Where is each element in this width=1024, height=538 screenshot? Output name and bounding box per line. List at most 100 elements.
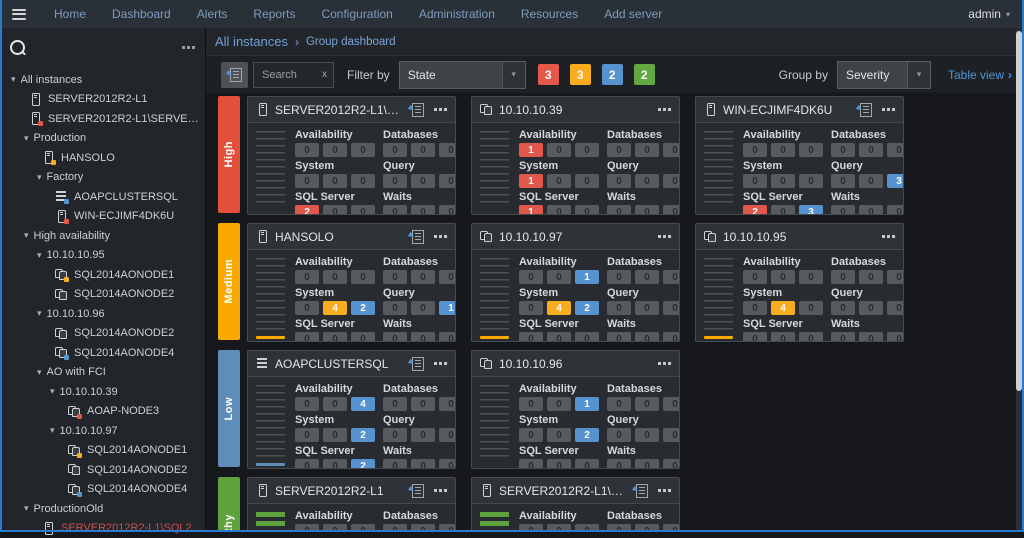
metric-label: SQL Server — [743, 191, 825, 203]
tree-item-ao-with-fci[interactable]: ▾AO with FCI — [0, 363, 205, 383]
tree-item-productionold[interactable]: ▾ProductionOld — [0, 499, 205, 519]
chevron-down-icon[interactable]: ▾ — [37, 172, 42, 183]
tree-item-sql2014aonode2[interactable]: SQL2014AONODE2 — [0, 324, 205, 344]
chevron-down-icon[interactable]: ▾ — [37, 308, 42, 319]
card-more-icon[interactable] — [658, 235, 661, 238]
tree-item-sql2014aonode2[interactable]: SQL2014AONODE2 — [0, 460, 205, 480]
tree-item-10-10-10-39[interactable]: ▾10.10.10.39 — [0, 382, 205, 402]
tree-item-aoap-node3[interactable]: AOAP-NODE3 — [0, 402, 205, 422]
chevron-down-icon[interactable]: ▾ — [50, 425, 55, 436]
search-clear-icon[interactable]: x — [322, 69, 327, 80]
tree-item-production[interactable]: ▾Production — [0, 129, 205, 149]
instance-card-server2012r2-l1-server20[interactable]: SERVER2012R2-L1\SERVER20...►Availability… — [247, 96, 456, 215]
card-more-icon[interactable] — [658, 362, 661, 365]
instance-card-hansolo[interactable]: HANSOLO►Availability000Databases000Syste… — [247, 223, 456, 342]
tree-item-sql2014aonode1[interactable]: SQL2014AONODE1 — [0, 265, 205, 285]
filter-state-select[interactable]: State ▾ — [399, 61, 526, 89]
breadcrumb-root-link[interactable]: All instances — [215, 34, 288, 49]
instance-card-server2012r2-l1-sql2016[interactable]: SERVER2012R2-L1\SQL2016►Availability000D… — [471, 477, 680, 532]
chevron-down-icon[interactable]: ▾ — [24, 503, 29, 514]
tree-item-10-10-10-95[interactable]: ▾10.10.10.95 — [0, 246, 205, 266]
instance-card-10-10-10-97[interactable]: 10.10.10.97Availability001Databases000Sy… — [471, 223, 680, 342]
instance-card-win-ecjimf4dk6u[interactable]: WIN-ECJIMF4DK6U►Availability000Databases… — [695, 96, 904, 215]
instance-card-aoapclustersql[interactable]: AOAPCLUSTERSQL►Availability004Databases0… — [247, 350, 456, 469]
chevron-down-icon[interactable]: ▾ — [24, 133, 29, 144]
card-more-icon[interactable] — [434, 235, 437, 238]
tree-item-win-ecjimf4dk6u[interactable]: WIN-ECJIMF4DK6U — [0, 207, 205, 227]
metric-count-box: 0 — [351, 524, 375, 532]
instance-card-10-10-10-95[interactable]: 10.10.10.95Availability000Databases000Sy… — [695, 223, 904, 342]
card-header: 10.10.10.97 — [472, 224, 679, 250]
server-rack-graphic — [704, 258, 733, 342]
group-by-select[interactable]: Severity ▾ — [837, 61, 931, 89]
nav-item-dashboard[interactable]: Dashboard — [99, 0, 184, 28]
card-more-icon[interactable] — [434, 489, 437, 492]
tree-item-sql2014aonode2[interactable]: SQL2014AONODE2 — [0, 285, 205, 305]
open-dashboard-icon[interactable]: ► — [409, 357, 424, 370]
card-body: Availability004Databases000System002Quer… — [248, 377, 455, 469]
filter-by-label: Filter by — [347, 68, 390, 82]
menu-hamburger-icon[interactable] — [12, 9, 26, 20]
state-count-badge-3[interactable]: 2 — [634, 64, 655, 85]
tree-item-hansolo[interactable]: HANSOLO — [0, 148, 205, 168]
chevron-down-icon[interactable]: ▾ — [50, 386, 55, 397]
nav-item-resources[interactable]: Resources — [508, 0, 591, 28]
metric-count-boxes: 000 — [607, 143, 680, 157]
chevron-down-icon[interactable]: ▾ — [11, 74, 16, 85]
chevron-down-icon[interactable]: ▾ — [24, 230, 29, 241]
card-more-icon[interactable] — [882, 108, 885, 111]
metric-databases: Databases000 — [831, 256, 904, 284]
expand-dashboard-button[interactable]: ► — [221, 62, 248, 88]
nav-item-configuration[interactable]: Configuration — [308, 0, 405, 28]
tree-item-sql2014aonode1[interactable]: SQL2014AONODE1 — [0, 441, 205, 461]
sidebar-more-icon[interactable] — [182, 46, 185, 49]
metric-count-box: 0 — [439, 397, 456, 411]
open-dashboard-icon[interactable]: ► — [409, 103, 424, 116]
tree-item-label: SERVER2012R2-L1\SQL2016 — [61, 522, 205, 534]
instance-card-10-10-10-96[interactable]: 10.10.10.96Availability001Databases000Sy… — [471, 350, 680, 469]
card-more-icon[interactable] — [658, 108, 661, 111]
metric-waits: Waits000 — [383, 318, 456, 342]
tree-item-10-10-10-96[interactable]: ▾10.10.10.96 — [0, 304, 205, 324]
scrollbar-thumb[interactable] — [1016, 31, 1022, 391]
chevron-down-icon[interactable]: ▾ — [37, 367, 42, 378]
tree-item-10-10-10-97[interactable]: ▾10.10.10.97 — [0, 421, 205, 441]
state-count-badge-2[interactable]: 2 — [602, 64, 623, 85]
metric-count-box: 0 — [547, 143, 571, 157]
tree-item-high-availability[interactable]: ▾High availability — [0, 226, 205, 246]
tree-item-server2012r2-l1-server2012r2[interactable]: SERVER2012R2-L1\SERVER2012R2 — [0, 109, 205, 129]
open-dashboard-icon[interactable]: ► — [857, 103, 872, 116]
state-count-badge-0[interactable]: 3 — [538, 64, 559, 85]
card-more-icon[interactable] — [434, 362, 437, 365]
nav-item-alerts[interactable]: Alerts — [184, 0, 241, 28]
tree-item-server2012r2-l1[interactable]: SERVER2012R2-L1 — [0, 90, 205, 110]
tree-item-aoapclustersql[interactable]: AOAPCLUSTERSQL — [0, 187, 205, 207]
tree-item-server2012r2-l1-sql2016[interactable]: SERVER2012R2-L1\SQL2016 — [0, 519, 205, 538]
open-dashboard-icon[interactable]: ► — [633, 484, 648, 497]
nav-item-administration[interactable]: Administration — [406, 0, 508, 28]
card-more-icon[interactable] — [434, 108, 437, 111]
nav-item-add-server[interactable]: Add server — [591, 0, 675, 28]
nav-item-home[interactable]: Home — [41, 0, 99, 28]
tree-item-all-instances[interactable]: ▾All instances — [0, 70, 205, 90]
metric-count-box: 1 — [439, 301, 456, 315]
tree-item-sql2014aonode4[interactable]: SQL2014AONODE4 — [0, 343, 205, 363]
vertical-scrollbar[interactable] — [1016, 29, 1022, 530]
metric-count-boxes: 000 — [383, 205, 456, 215]
search-input[interactable] — [260, 68, 318, 82]
metric-count-box: 0 — [575, 459, 599, 469]
nav-item-reports[interactable]: Reports — [240, 0, 308, 28]
table-view-link[interactable]: Table view› — [948, 68, 1012, 82]
state-count-badge-1[interactable]: 3 — [570, 64, 591, 85]
tree-item-sql2014aonode4[interactable]: SQL2014AONODE4 — [0, 480, 205, 500]
chevron-down-icon[interactable]: ▾ — [37, 250, 42, 261]
search-icon[interactable] — [10, 40, 25, 55]
tree-item-factory[interactable]: ▾Factory — [0, 168, 205, 188]
instance-card-server2012r2-l1[interactable]: SERVER2012R2-L1►Availability000Databases… — [247, 477, 456, 532]
open-dashboard-icon[interactable]: ► — [409, 484, 424, 497]
user-menu[interactable]: admin ▾ — [968, 7, 1010, 21]
card-more-icon[interactable] — [882, 235, 885, 238]
card-more-icon[interactable] — [658, 489, 661, 492]
open-dashboard-icon[interactable]: ► — [409, 230, 424, 243]
instance-card-10-10-10-39[interactable]: 10.10.10.39Availability100Databases000Sy… — [471, 96, 680, 215]
